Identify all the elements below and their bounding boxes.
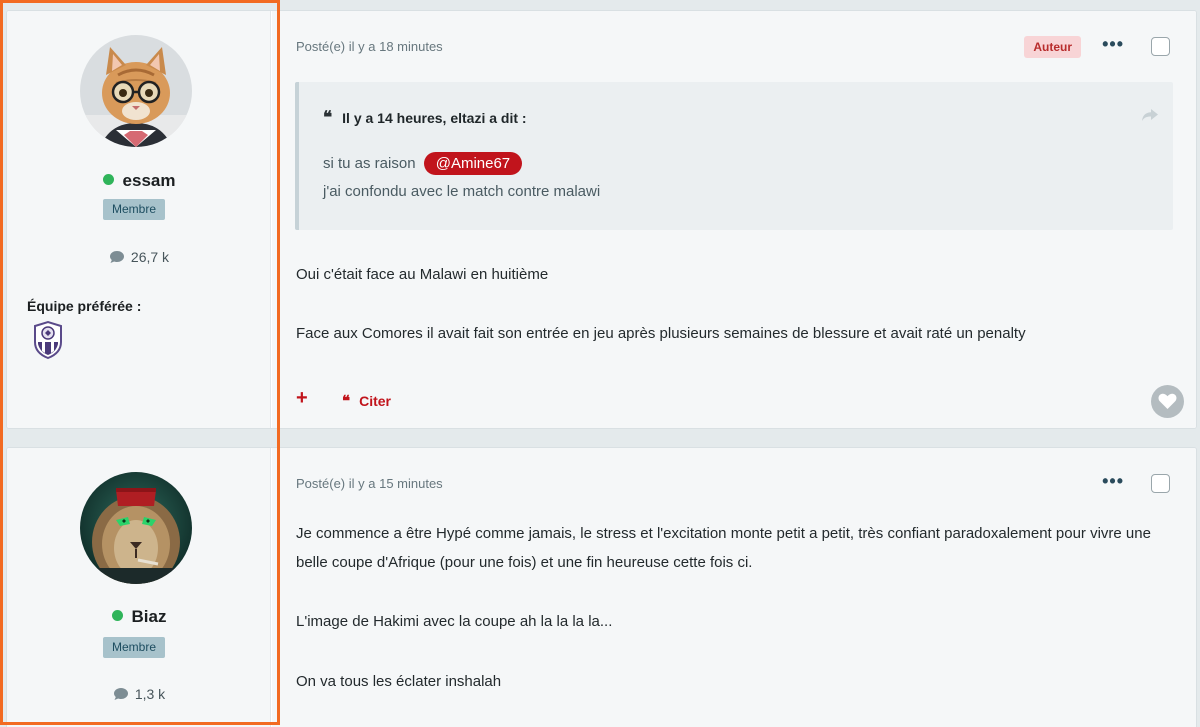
post-timestamp[interactable]: Posté(e) il y a 18 minutes [296,39,443,54]
post-count-value: 1,3 k [134,686,166,702]
post-content: Posté(e) il y a 15 minutes ••• Je commen… [272,448,1196,727]
post-paragraph: Je commence a être Hypé comme jamais, le… [296,525,1151,571]
quote-button-label[interactable]: Citer [359,393,391,409]
username[interactable]: essam [7,171,271,191]
author-panel: essam Membre 26,7 k Équipe préférée : [7,11,271,428]
quote-text: j'ai confondu avec le match contre malaw… [323,183,601,200]
select-post-checkbox[interactable] [1151,474,1170,493]
quote-text: si tu as raison [323,155,416,172]
avatar[interactable] [80,472,192,584]
member-group-badge: Membre [103,199,166,220]
post: Biaz Membre 1,3 k Posté(e) il y a 15 min… [6,447,1197,727]
post-paragraph: L'image de Hakimi avec la coupe ah la la… [296,613,613,630]
quote-icon: ❝ [323,108,333,128]
post: essam Membre 26,7 k Équipe préférée : Po… [6,10,1197,429]
favorite-team-label: Équipe préférée : [27,298,142,314]
post-paragraph: On va tous les éclater inshalah [296,673,502,690]
post-content: Posté(e) il y a 18 minutes Auteur ••• ❝ I… [272,11,1196,428]
username-text[interactable]: essam [123,171,176,190]
select-post-checkbox[interactable] [1151,37,1170,56]
user-mention[interactable]: @Amine67 [423,152,523,175]
quote-line: si tu as raison @Amine67 [323,152,523,175]
member-group-badge: Membre [103,637,166,658]
like-button[interactable] [1151,385,1184,418]
post-paragraph: Oui c'était face au Malawi en huitième [296,266,549,283]
username-text[interactable]: Biaz [132,607,167,626]
username[interactable]: Biaz [7,607,271,627]
post-count: 1,3 k [7,686,271,702]
post-count-value: 26,7 k [130,249,170,265]
avatar-lion-image [80,472,192,584]
online-indicator [111,610,123,621]
quote-icon: ❝ [342,392,351,410]
post-paragraph: Face aux Comores il avait fait son entré… [296,325,1026,342]
quote-header: ❝ Il y a 14 heures, eltazi a dit : [323,108,527,128]
avatar-cat-image [80,35,192,147]
author-panel: Biaz Membre 1,3 k [7,448,271,727]
add-button[interactable]: + [296,387,308,410]
comment-icon [109,251,124,263]
more-options-icon[interactable]: ••• [1102,34,1124,55]
share-arrow-icon[interactable] [1141,108,1159,127]
author-badge: Auteur [1024,36,1081,58]
avatar[interactable] [80,35,192,147]
quote-button[interactable]: ❝ Citer [342,392,391,410]
quote-block: ❝ Il y a 14 heures, eltazi a dit : si tu … [295,82,1173,230]
online-indicator [102,174,114,185]
post-timestamp[interactable]: Posté(e) il y a 15 minutes [296,476,443,491]
more-options-icon[interactable]: ••• [1102,471,1124,492]
comment-icon [113,688,128,700]
quote-header-text: Il y a 14 heures, eltazi a dit : [342,110,527,126]
post-count: 26,7 k [7,249,271,265]
team-crest-icon [32,320,64,360]
heart-icon [1158,393,1177,409]
